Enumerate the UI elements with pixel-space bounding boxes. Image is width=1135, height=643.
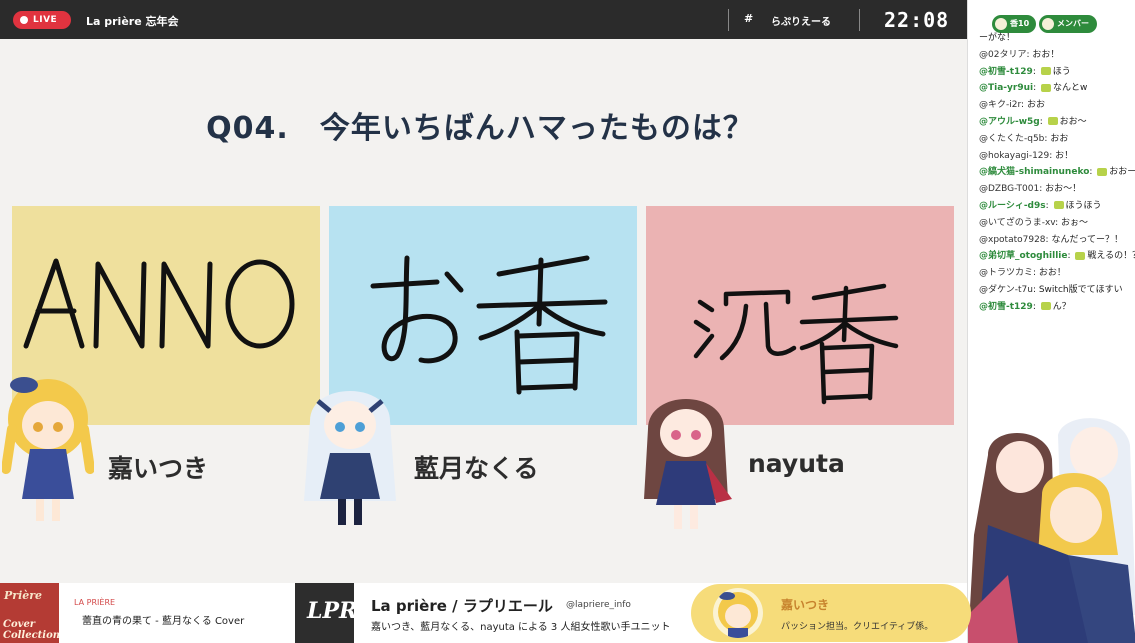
member-sticker-icon (1097, 167, 1108, 176)
chat-text: ーがな！ (979, 33, 1016, 43)
chat-message-list[interactable]: ーがな！ @02タリア: おお！ @初雪-t129: ほう @Tia-yr9ui: な… (979, 30, 1135, 316)
album-cover: Prière Cover Collection (0, 583, 59, 643)
live-dot-icon (20, 16, 28, 24)
chat-message: @初雪-t129: ほう (979, 66, 1071, 77)
featured-member-card: 嘉いつき パッション担当。クリエイティブ係。 (691, 584, 971, 642)
chat-text: 戦えるの！？ (1087, 251, 1135, 262)
chat-username[interactable]: @Tia-yr9ui (979, 83, 1033, 93)
chat-username[interactable]: @弟切草_otoghillie (979, 251, 1067, 261)
member-sticker-icon (1047, 117, 1058, 126)
member-sticker-icon (1053, 201, 1064, 210)
divider (728, 9, 729, 31)
chat-message: @Tia-yr9ui: なんとw (979, 83, 1088, 94)
member-sticker-icon (1040, 67, 1051, 76)
chat-username[interactable]: @xpotato7928 (979, 235, 1046, 245)
stream-title: La prière 忘年会 (86, 15, 179, 28)
band-handle: @lapriere_info (566, 600, 631, 610)
chat-username[interactable]: @hokayagi-129 (979, 151, 1049, 161)
member-role: パッション担当。クリエイティブ係。 (781, 622, 934, 632)
chat-username[interactable]: @いてざのうま-xv (979, 218, 1055, 228)
member-icon (1042, 18, 1054, 30)
chat-message: @弟切草_otoghillie: 戦えるの！？ (979, 248, 1135, 265)
chat-message: @くたくた-q5b: おお (979, 133, 1069, 144)
chat-username[interactable]: @アウル-w5g (979, 117, 1040, 127)
chat-message: @hokayagi-129: お！ (979, 150, 1074, 161)
chat-panel[interactable]: 香10 メンバー ーがな！ @02タリア: おお！ @初雪-t129: ほう @Tia… (967, 0, 1135, 643)
divider (859, 9, 860, 31)
chat-username[interactable]: @ルーシィ-d9s (979, 201, 1046, 211)
clock: 22:08 (884, 8, 950, 32)
chat-text: Switch版でてほすい (1038, 284, 1123, 295)
chat-username[interactable]: @初雪-t129 (979, 302, 1033, 312)
song-title: 蕾直の青の果て - 藍月なくる Cover (82, 616, 245, 627)
chat-text: お！ (1055, 150, 1074, 161)
band-logo: LPR (295, 583, 358, 643)
chat-text: おお〜！ (1045, 184, 1082, 195)
chat-message: @DZBG-T001: おお〜！ (979, 184, 1082, 195)
member-avatar-icon (718, 592, 758, 638)
chat-username[interactable]: @トラツカミ (979, 268, 1033, 278)
chat-text: おお！ (1038, 268, 1066, 279)
chat-text: おお (1026, 100, 1045, 111)
chibi-nakuru-avatar (304, 391, 396, 525)
member-sticker-icon (1040, 302, 1051, 311)
points-label: 香10 (1010, 19, 1030, 28)
chat-message: @ダケン-t7u: Switch版でてほすい (979, 284, 1123, 295)
member-name-1: 嘉いつき (108, 454, 209, 483)
hashtag-text: らぷりえーる (771, 17, 831, 28)
chat-message: @アウル-w5g: おお〜 (979, 116, 1087, 127)
chat-text: ほう (1052, 66, 1071, 77)
chat-message: @いてざのうま-xv: おぉ〜 (979, 217, 1089, 228)
chat-message: @縞犬猫-shimainuneko: おおー！ (979, 164, 1135, 181)
chat-username[interactable]: @くたくた-q5b (979, 134, 1044, 144)
chat-username[interactable]: @縞犬猫-shimainuneko (979, 167, 1089, 177)
chat-text: ん？ (1052, 301, 1071, 312)
chat-username[interactable]: @キク-i2r (979, 100, 1021, 110)
quiz-question: Q04. 今年いちばんハマったものは？ (206, 111, 754, 146)
quiz-stage: Q04. 今年いちばんハマったものは？ 嘉いつき 藍月なくる nayuta (0, 39, 967, 583)
member-avatar (713, 588, 763, 638)
chat-message: @初雪-t129: ん？ (979, 301, 1071, 312)
hashtag-icon: # (744, 12, 754, 25)
album-title-top: Prière (4, 589, 43, 602)
chat-message: @xpotato7928: なんだってー？！ (979, 234, 1123, 245)
chat-message: @ルーシィ-d9s: ほうほう (979, 200, 1102, 211)
group-illustration (968, 418, 1135, 643)
top-bar: LIVE La prière 忘年会 # らぷりえーる 22:08 (0, 0, 967, 39)
band-name: La prière / ラプリエール (371, 597, 553, 615)
member-name-2: 藍月なくる (414, 454, 539, 483)
member-name-3: nayuta (748, 449, 845, 478)
logo-text: LPR (307, 598, 358, 624)
chat-message: @キク-i2r: おお (979, 100, 1045, 111)
member-sticker-icon (1041, 83, 1051, 92)
member-name: 嘉いつき (781, 598, 830, 612)
album-title-bottom: Cover Collection (3, 619, 59, 641)
live-label: LIVE (33, 15, 58, 25)
live-badge: LIVE (13, 11, 71, 29)
chat-username[interactable]: @DZBG-T001 (979, 184, 1039, 194)
chat-text: ほうほう (1065, 200, 1102, 211)
bottom-bar: Prière Cover Collection LA PRIÈRE 蕾直の青の果… (0, 583, 971, 643)
chibi-nayuta-avatar (644, 399, 732, 529)
chat-text: なんだってー？！ (1051, 234, 1123, 245)
band-description: 嘉いつき、藍月なくる、nayuta による 3 人組女性歌い手ユニット (371, 622, 671, 633)
chat-text: おおー！ (1109, 167, 1135, 178)
chat-text: おぉ〜 (1061, 217, 1089, 228)
song-group: LA PRIÈRE (74, 598, 116, 607)
chat-text: なんとw (1053, 83, 1088, 94)
chat-username[interactable]: @ダケン-t7u (979, 285, 1033, 295)
member-label: メンバー (1057, 19, 1089, 28)
points-icon (995, 18, 1007, 30)
chibi-itsuki-avatar (2, 377, 94, 521)
chat-message: @トラツカミ: おお！ (979, 268, 1066, 279)
chat-text: おお (1050, 133, 1069, 144)
chat-text: おお！ (1032, 49, 1060, 60)
chat-message: @02タリア: おお！ (979, 49, 1060, 60)
member-sticker-icon (1075, 251, 1086, 260)
chat-username[interactable]: @初雪-t129 (979, 67, 1033, 77)
chat-text: おお〜 (1059, 116, 1087, 127)
chat-message: ーがな！ (979, 30, 1135, 47)
chat-username[interactable]: @02タリア (979, 50, 1026, 60)
